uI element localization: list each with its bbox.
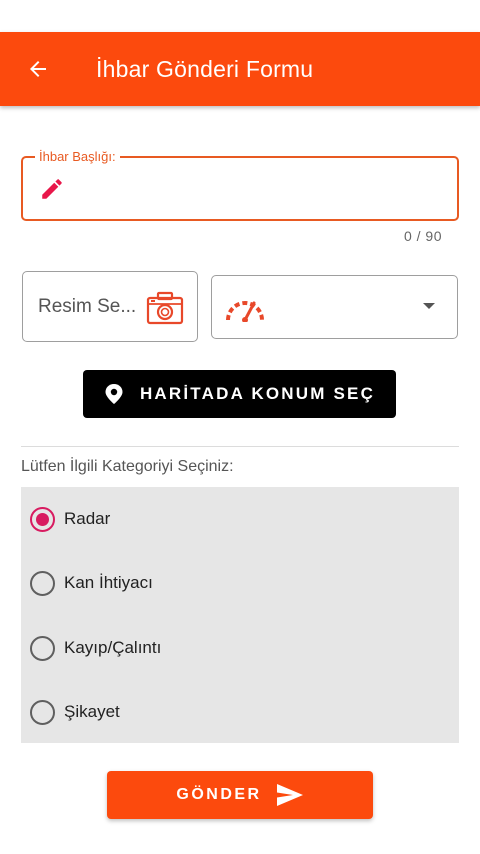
pencil-icon [42, 179, 62, 199]
submit-button[interactable]: GÖNDER [107, 771, 373, 819]
speedometer-icon [226, 301, 264, 322]
category-option-blood-need[interactable]: Kan İhtiyacı [21, 559, 459, 607]
category-option-complaint[interactable]: Şikayet [21, 688, 459, 736]
camera-icon [146, 291, 184, 325]
page-title: İhbar Gönderi Formu [96, 55, 314, 82]
speed-dropdown[interactable] [211, 275, 458, 339]
send-icon [276, 784, 303, 806]
report-title-input[interactable]: İhbar Başlığı: [21, 149, 459, 221]
category-option-lost-stolen[interactable]: Kayıp/Çalıntı [21, 624, 459, 672]
radio-button[interactable] [30, 699, 55, 725]
status-bar [0, 0, 480, 32]
category-prompt: Lütfen İlgili Kategoriyi Seçiniz: [21, 458, 234, 475]
character-counter: 0 / 90 [403, 228, 442, 244]
radio-label: Kan İhtiyacı [64, 573, 153, 592]
category-radio-group: Radar Kan İhtiyacı Kayıp/Çalıntı Şikayet [21, 487, 459, 743]
radio-label: Kayıp/Çalıntı [64, 638, 162, 657]
location-pin-icon [105, 384, 123, 404]
submit-button-label: GÖNDER [176, 786, 262, 803]
image-picker-label: Resim Se... [38, 295, 137, 317]
image-picker-button[interactable]: Resim Se... [22, 271, 198, 342]
arrow-left-icon [30, 61, 46, 77]
pick-location-on-map-button[interactable]: HARİTADA KONUM SEÇ [83, 370, 396, 418]
report-title-label: İhbar Başlığı: [35, 149, 120, 165]
radio-label: Radar [64, 509, 111, 528]
radio-button-selected[interactable] [30, 506, 55, 532]
radio-dot [36, 512, 49, 526]
back-button[interactable] [0, 32, 76, 106]
chevron-down-icon [423, 303, 435, 309]
app-bar: İhbar Gönderi Formu [0, 32, 480, 106]
radio-button[interactable] [30, 570, 55, 596]
radio-button[interactable] [30, 635, 55, 661]
map-button-label: HARİTADA KONUM SEÇ [139, 384, 376, 403]
divider [21, 446, 459, 447]
category-option-radar[interactable]: Radar [21, 495, 459, 543]
radio-label: Şikayet [64, 702, 120, 721]
